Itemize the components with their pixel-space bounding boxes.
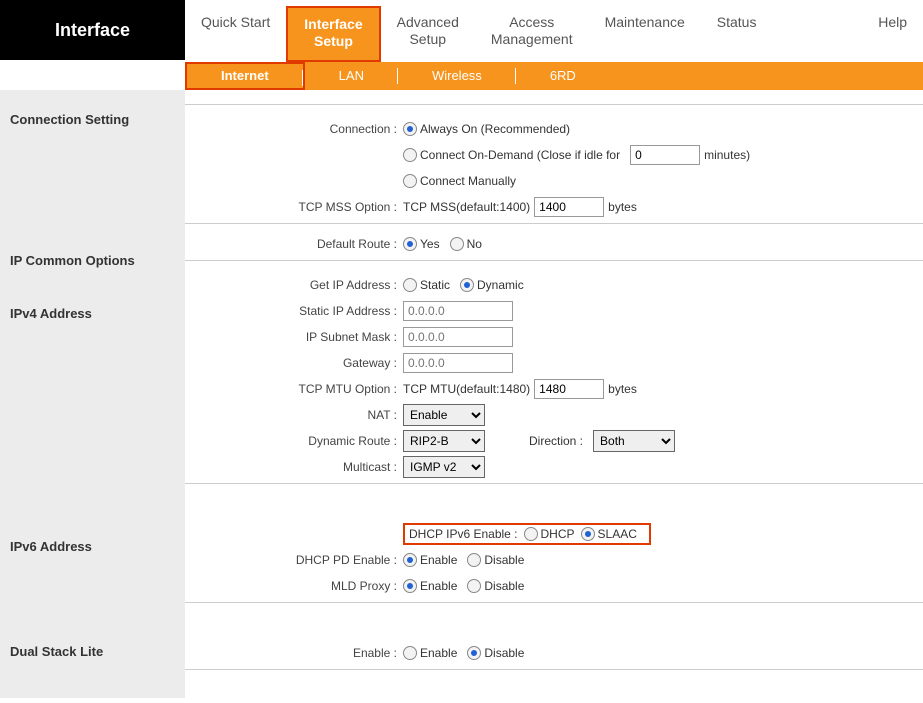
subnet-input[interactable] [403,327,513,347]
mtu-input[interactable] [534,379,604,399]
label-connection: Connection : [185,122,403,136]
radio-pd-enable[interactable]: Enable [403,553,457,567]
mss-input[interactable] [534,197,604,217]
radio-pd-disable[interactable]: Disable [467,553,524,567]
subtab-internet[interactable]: Internet [185,62,305,90]
label-nat: NAT : [185,408,403,422]
radio-dslite-enable[interactable]: Enable [403,646,457,660]
label-pd: DHCP PD Enable : [185,553,403,567]
label-minutes: minutes) [704,148,750,162]
label-multicast: Multicast : [185,460,403,474]
radio-mld-disable[interactable]: Disable [467,579,524,593]
subtab-wireless[interactable]: Wireless [398,62,516,90]
radio-dhcp[interactable]: DHCP [524,527,575,541]
label-default-route: Default Route : [185,237,403,251]
dhcp-ipv6-highlight: DHCP IPv6 Enable : DHCP SLAAC [403,523,651,545]
label-mss: TCP MSS Option : [185,200,403,214]
radio-manual[interactable]: Connect Manually [403,174,516,188]
label-subnet: IP Subnet Mask : [185,330,403,344]
label-static-ip: Static IP Address : [185,304,403,318]
page-title: Interface [0,0,185,60]
mtu-text: TCP MTU(default:1480) [403,382,530,396]
label-get-ip: Get IP Address : [185,278,403,292]
multicast-select[interactable]: IGMP v2 [403,456,485,478]
tab-access-management[interactable]: AccessManagement [475,6,589,62]
section-ipcommon: IP Common Options [10,253,173,268]
subtab-lan[interactable]: LAN [305,62,398,90]
radio-static[interactable]: Static [403,278,450,292]
gateway-input[interactable] [403,353,513,373]
radio-dynamic[interactable]: Dynamic [460,278,524,292]
sub-tabs: Internet LAN Wireless 6RD [185,62,923,90]
tab-interface-setup[interactable]: InterfaceSetup [286,6,380,62]
tab-advanced-setup[interactable]: AdvancedSetup [381,6,475,62]
label-direction: Direction : [529,434,583,448]
main-tabs: Quick Start InterfaceSetup AdvancedSetup… [185,0,923,62]
label-dyn-route: Dynamic Route : [185,434,403,448]
idle-minutes-input[interactable] [630,145,700,165]
direction-select[interactable]: Both [593,430,675,452]
tab-help[interactable]: Help [862,6,923,62]
tab-maintenance[interactable]: Maintenance [589,6,701,62]
radio-slaac[interactable]: SLAAC [581,527,637,541]
label-dhcp-ipv6: DHCP IPv6 Enable : [405,527,524,541]
tab-status[interactable]: Status [701,6,773,62]
label-mld: MLD Proxy : [185,579,403,593]
nat-select[interactable]: Enable [403,404,485,426]
section-connection: Connection Setting [10,112,173,127]
label-gateway: Gateway : [185,356,403,370]
radio-dslite-disable[interactable]: Disable [467,646,524,660]
section-ipv4: IPv4 Address [10,306,173,321]
radio-mld-enable[interactable]: Enable [403,579,457,593]
static-ip-input[interactable] [403,301,513,321]
label-mtu: TCP MTU Option : [185,382,403,396]
dyn-route-select[interactable]: RIP2-B [403,430,485,452]
radio-always-on[interactable]: Always On (Recommended) [403,122,570,136]
subtab-6rd[interactable]: 6RD [516,62,610,90]
section-ipv6: IPv6 Address [10,539,173,554]
section-dslite: Dual Stack Lite [10,644,173,659]
radio-on-demand[interactable]: Connect On-Demand (Close if idle for [403,148,620,162]
mss-text: TCP MSS(default:1400) [403,200,530,214]
radio-route-no[interactable]: No [450,237,482,251]
mss-unit: bytes [608,200,637,214]
radio-route-yes[interactable]: Yes [403,237,440,251]
tab-quick-start[interactable]: Quick Start [185,6,286,62]
label-dslite-enable: Enable : [185,646,403,660]
mtu-unit: bytes [608,382,637,396]
